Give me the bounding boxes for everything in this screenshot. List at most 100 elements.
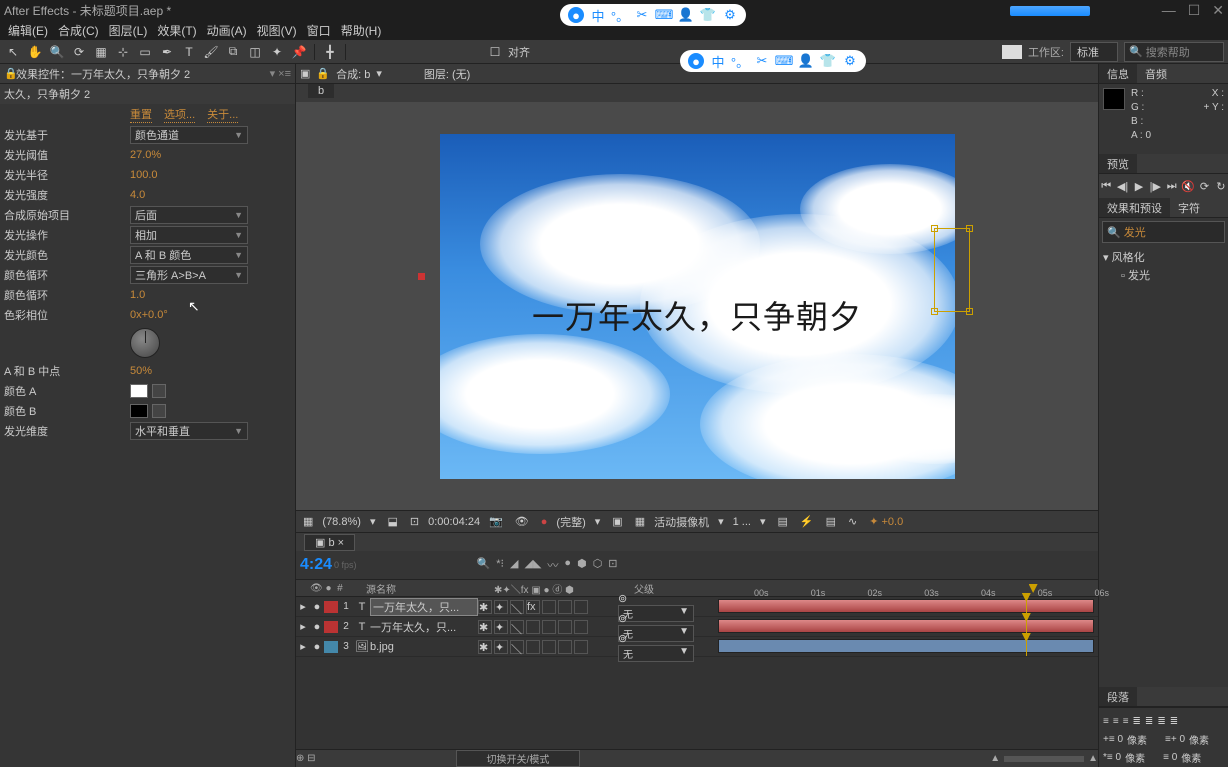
views-dd-icon[interactable]: ▾ (757, 515, 769, 528)
menu-help[interactable]: 帮助(H) (337, 22, 386, 39)
user-icon[interactable]: ● (568, 7, 584, 23)
camera-tool-icon[interactable]: ▦ (92, 43, 110, 61)
channel-icon[interactable]: ● (538, 516, 551, 528)
graph-icon[interactable]: ● (564, 557, 571, 573)
pickwhip-icon[interactable]: ⊚ (618, 613, 627, 625)
justify-c-icon[interactable]: ≣ (1145, 716, 1153, 727)
local-axis-icon[interactable]: ╋ (321, 43, 339, 61)
toggle-switches-button[interactable]: 切换开关/模式 (456, 750, 581, 767)
zoom-out-tl-icon[interactable]: ▲ (990, 753, 1000, 764)
align-center-icon[interactable]: ≡ (1113, 716, 1119, 727)
comp-tab[interactable]: b (308, 84, 334, 98)
keyboard-icon-2[interactable]: ⌨ (776, 53, 792, 69)
menu-effect[interactable]: 效果(T) (153, 22, 200, 39)
timeline-icon[interactable]: ▤ (823, 515, 839, 528)
eraser-tool-icon[interactable]: ◫ (246, 43, 264, 61)
canvas-text-layer[interactable]: 一万年太久，只争朝夕 (440, 292, 955, 338)
layer-switches[interactable]: ✱✦＼ (478, 640, 618, 654)
color-swatch[interactable] (130, 404, 148, 418)
time-display[interactable]: 0:00:04:24 (428, 516, 480, 528)
zoom-display[interactable]: (78.8%) (322, 516, 361, 528)
exposure-icon[interactable]: ✦ +0.0 (866, 515, 906, 528)
property-value[interactable]: 27.0% (130, 149, 161, 162)
zoom-dd-icon[interactable]: ▾ (367, 515, 379, 528)
workspace-dropdown[interactable]: 标准 (1070, 42, 1118, 62)
cam-dd-icon[interactable]: ▾ (715, 515, 727, 528)
render-icon[interactable]: ▣ (300, 67, 310, 80)
timeline-layer-row[interactable]: ▸●3🖼b.jpg✱✦＼⊚ 无▼ (296, 637, 1098, 657)
pickwhip-icon[interactable]: ⊚ (618, 593, 627, 605)
shape-tool-icon[interactable]: ▭ (136, 43, 154, 61)
color-swatch[interactable] (130, 384, 148, 398)
percent-icon[interactable]: °。 (612, 7, 628, 23)
keyboard-icon[interactable]: ⌨ (656, 7, 672, 23)
floating-toolbar-top[interactable]: ● 中 °。 ✂ ⌨ 👤 👕 ⚙ (560, 4, 746, 26)
property-dropdown[interactable]: 颜色通道▼ (130, 126, 248, 144)
text-icon-2[interactable]: 中 (710, 53, 726, 69)
person-icon[interactable]: 👤 (678, 7, 694, 23)
menu-view[interactable]: 视图(V) (253, 22, 301, 39)
tab-character[interactable]: 字符 (1170, 198, 1208, 217)
layer-visibility-icon[interactable]: ● (310, 641, 324, 653)
layer-clip[interactable] (718, 639, 1094, 653)
angle-dial[interactable] (130, 328, 160, 358)
justify-r-icon[interactable]: ≣ (1157, 716, 1165, 727)
snapshot-icon[interactable]: 📷 (486, 515, 506, 528)
first-frame-icon[interactable]: ⏮ (1099, 178, 1113, 194)
effects-search-input[interactable]: 🔍 发光 (1102, 221, 1225, 243)
shirt-icon[interactable]: 👕 (700, 7, 716, 23)
layer-color[interactable] (324, 621, 338, 633)
layer-twirl-icon[interactable]: ▸ (296, 620, 310, 633)
tl-collapse-icon[interactable]: ⊕ ⊟ (296, 753, 316, 764)
person-icon-2[interactable]: 👤 (798, 53, 814, 69)
tab-info[interactable]: 信息 (1099, 64, 1137, 83)
pen-tool-icon[interactable]: ✒ (158, 43, 176, 61)
grid-icon[interactable]: ▦ (300, 515, 316, 528)
canvas[interactable]: 一万年太久，只争朝夕 (440, 134, 955, 479)
about-link[interactable]: 关于... (207, 106, 238, 123)
timecode-display[interactable]: 4:24 (300, 556, 332, 574)
property-value[interactable]: 100.0 (130, 169, 158, 182)
layer-twirl-icon[interactable]: ▸ (296, 640, 310, 653)
layer-name[interactable]: b.jpg (370, 641, 478, 653)
tab-audio[interactable]: 音频 (1137, 64, 1175, 83)
brainstorm-icon[interactable]: ⬢ (577, 557, 587, 573)
justify-all-icon[interactable]: ≣ (1170, 716, 1178, 727)
property-value[interactable]: 1.0 (130, 289, 145, 302)
align-left-icon[interactable]: ≡ (1103, 716, 1109, 727)
res-dd-icon[interactable]: ▾ (592, 515, 604, 528)
shy-icon[interactable]: ◢ (510, 557, 518, 573)
menu-layer[interactable]: 图层(L) (105, 22, 152, 39)
layer-name[interactable]: 一万年太久，只... (370, 619, 478, 635)
property-dropdown[interactable]: 三角形 A>B>A▼ (130, 266, 248, 284)
flow-icon[interactable]: ∿ (845, 515, 860, 528)
property-dropdown[interactable]: 相加▼ (130, 226, 248, 244)
user-icon-2[interactable]: ● (688, 53, 704, 69)
scissors-icon-2[interactable]: ✂ (754, 53, 770, 69)
stamp-tool-icon[interactable]: ⧉ (224, 43, 242, 61)
lock-comp-icon[interactable]: 🔒 (316, 67, 330, 80)
prev-frame-icon[interactable]: ◀| (1115, 178, 1129, 194)
panel-menu-icon[interactable]: ▾ ×≡ (270, 67, 291, 80)
shirt-icon-2[interactable]: 👕 (820, 53, 836, 69)
frame-blend-icon[interactable]: ◢◣ (525, 557, 542, 573)
puppet-tool-icon[interactable]: 📌 (290, 43, 308, 61)
timeline-tab[interactable]: ▣ b × (304, 534, 355, 551)
property-dropdown[interactable]: 水平和垂直▼ (130, 422, 248, 440)
maximize-icon[interactable]: ☐ (1188, 2, 1201, 19)
next-frame-icon[interactable]: |▶ (1148, 178, 1162, 194)
selection-box[interactable] (934, 228, 970, 312)
tab-effects-presets[interactable]: 效果和预设 (1099, 198, 1170, 217)
transparency-icon[interactable]: ▦ (632, 515, 648, 528)
layer-color[interactable] (324, 641, 338, 653)
align-checkbox[interactable]: ☐ (486, 43, 504, 61)
res-q-icon[interactable]: ⊡ (407, 515, 422, 528)
menu-composition[interactable]: 合成(C) (54, 22, 103, 39)
percent-icon-2[interactable]: °。 (732, 53, 748, 69)
last-frame-icon[interactable]: ⏭ (1165, 178, 1179, 194)
play-icon[interactable]: ▶ (1132, 178, 1146, 194)
minimize-icon[interactable]: — (1162, 2, 1176, 19)
options-link[interactable]: 选项... (164, 106, 195, 123)
layer-switches[interactable]: ✱✦＼ (478, 620, 618, 634)
hand-tool-icon[interactable]: ✋ (26, 43, 44, 61)
